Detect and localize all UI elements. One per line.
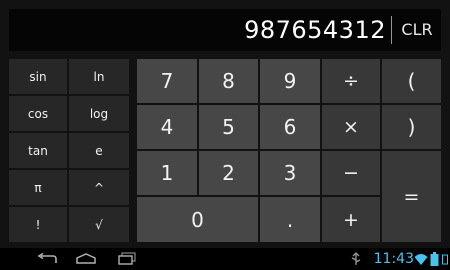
digit-4-key[interactable]: 4 [137, 105, 197, 149]
e-key[interactable]: e [69, 133, 129, 168]
digit-9-key[interactable]: 9 [260, 59, 320, 103]
digit-8-key[interactable]: 8 [199, 59, 258, 103]
sqrt-key[interactable]: √ [69, 207, 129, 242]
power-key[interactable]: ^ [69, 170, 129, 205]
tan-key[interactable]: tan [9, 133, 67, 168]
digit-7-key[interactable]: 7 [137, 59, 197, 103]
calculator-app: 987654312 CLR sin ln cos log tan e π ^ !… [0, 0, 450, 270]
sin-key[interactable]: sin [9, 59, 67, 94]
navigation-bar: 11:43 [0, 248, 450, 270]
pi-key[interactable]: π [9, 170, 67, 205]
digit-1-key[interactable]: 1 [137, 151, 197, 195]
cos-key[interactable]: cos [9, 96, 67, 131]
home-button[interactable] [73, 251, 99, 267]
display-value: 987654312 [244, 16, 386, 44]
close-paren-key[interactable]: ) [382, 105, 441, 149]
ln-key[interactable]: ln [69, 59, 129, 94]
display-panel: 987654312 CLR [9, 9, 441, 51]
text-cursor [391, 16, 392, 44]
clear-button[interactable]: CLR [393, 9, 441, 51]
equals-key[interactable]: = [382, 151, 441, 242]
digit-0-key[interactable]: 0 [137, 197, 258, 242]
recent-apps-icon [118, 252, 136, 265]
digit-6-key[interactable]: 6 [260, 105, 320, 149]
home-icon [76, 253, 96, 264]
plus-key[interactable]: + [322, 197, 380, 242]
sim-icon [442, 254, 448, 265]
usb-debug-icon [351, 252, 361, 265]
decimal-point-key[interactable]: . [260, 197, 320, 242]
battery-icon [430, 252, 439, 266]
digit-3-key[interactable]: 3 [260, 151, 320, 195]
log-key[interactable]: log [69, 96, 129, 131]
minus-key[interactable]: − [322, 151, 380, 195]
divide-key[interactable]: ÷ [322, 59, 380, 103]
multiply-key[interactable]: × [322, 105, 380, 149]
factorial-key[interactable]: ! [9, 207, 67, 242]
open-paren-key[interactable]: ( [382, 59, 441, 103]
back-icon [37, 253, 57, 263]
wifi-icon [414, 254, 428, 265]
status-clock: 11:43 [373, 251, 414, 267]
digit-5-key[interactable]: 5 [199, 105, 258, 149]
recent-apps-button[interactable] [114, 251, 140, 267]
digit-2-key[interactable]: 2 [199, 151, 258, 195]
back-button[interactable] [34, 251, 60, 267]
